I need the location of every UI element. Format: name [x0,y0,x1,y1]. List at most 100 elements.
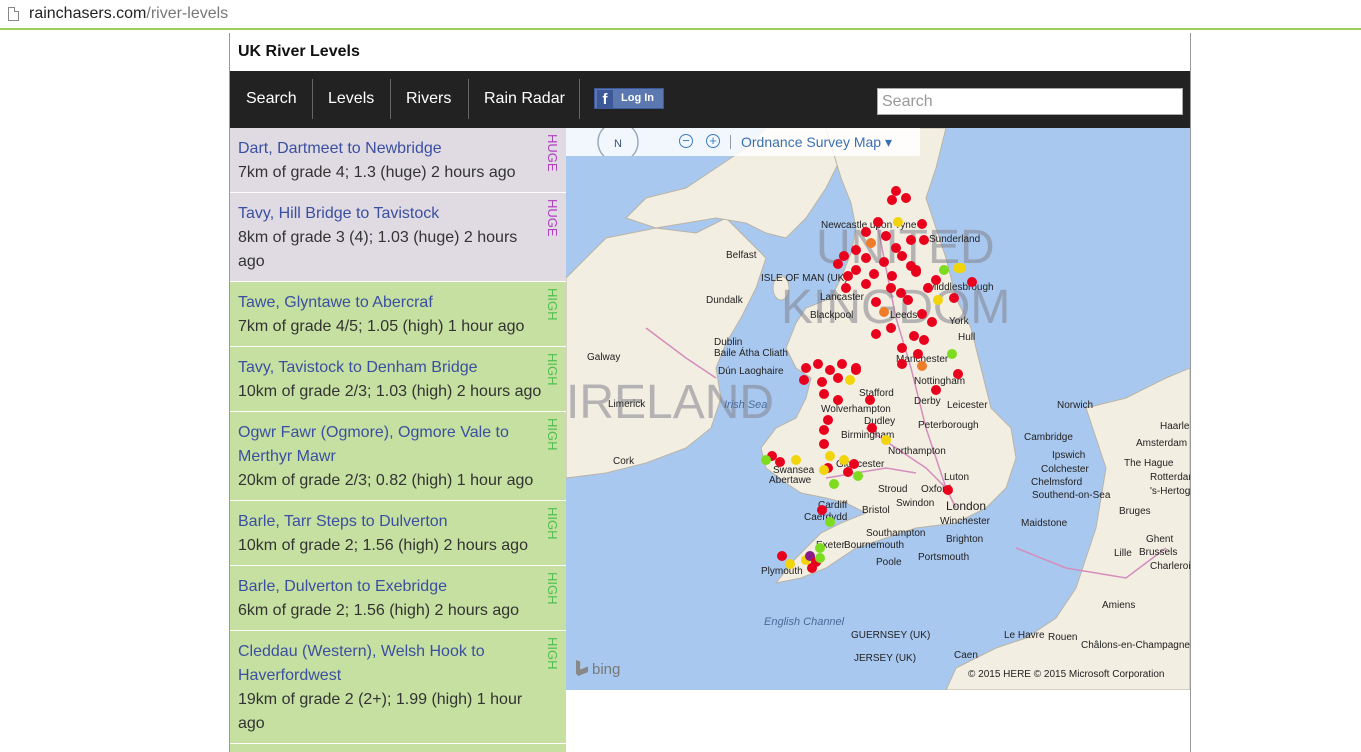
river-name-link[interactable]: Tawe, Glyntawe to Abercraf [238,291,538,315]
river-marker[interactable] [819,465,829,475]
river-marker[interactable] [967,277,977,287]
river-name-link[interactable]: Tavy, Hill Bridge to Tavistock [238,202,538,226]
river-marker[interactable] [801,363,811,373]
river-marker[interactable] [819,389,829,399]
river-marker[interactable] [891,186,901,196]
river-marker[interactable] [825,517,835,527]
river-marker[interactable] [791,455,801,465]
river-marker[interactable] [829,479,839,489]
river-name-link[interactable]: Cleddau (Western), Welsh Hook to Haverfo… [238,640,528,688]
river-marker[interactable] [887,195,897,205]
river-marker[interactable] [815,553,825,563]
river-marker[interactable] [851,365,861,375]
river-marker[interactable] [869,269,879,279]
river-marker[interactable] [851,245,861,255]
river-marker[interactable] [906,235,916,245]
river-marker[interactable] [933,295,943,305]
river-marker[interactable] [947,349,957,359]
river-marker[interactable] [949,293,959,303]
river-marker[interactable] [919,235,929,245]
river-name-link[interactable]: Barle, Tarr Steps to Dulverton [238,510,538,534]
river-item[interactable]: Cleddau (Western), Welsh Hook to Haverfo… [230,631,566,744]
river-marker[interactable] [903,295,913,305]
river-marker[interactable] [881,435,891,445]
river-marker[interactable] [839,251,849,261]
river-marker[interactable] [886,283,896,293]
river-marker[interactable] [909,331,919,341]
river-item[interactable]: Barle, Tarr Steps to Dulverton 10km of g… [230,501,566,566]
river-map[interactable]: UNITED KINGDOM IRELAND Irish Sea English… [566,128,1190,690]
river-marker[interactable] [775,457,785,467]
river-marker[interactable] [917,309,927,319]
zoom-out-icon[interactable]: − [679,134,693,148]
river-marker[interactable] [833,259,843,269]
river-marker[interactable] [891,243,901,253]
river-marker[interactable] [953,369,963,379]
river-item[interactable]: Barle, Dulverton to Exebridge 6km of gra… [230,566,566,631]
river-marker[interactable] [927,317,937,327]
river-marker[interactable] [919,335,929,345]
compass-icon[interactable]: N [596,128,640,156]
river-item[interactable]: Tawe, Glyntawe to Abercraf 7km of grade … [230,282,566,347]
river-marker[interactable] [819,439,829,449]
river-marker[interactable] [843,271,853,281]
river-marker[interactable] [897,359,907,369]
zoom-in-icon[interactable]: + [706,134,720,148]
river-marker[interactable] [761,455,771,465]
river-marker[interactable] [943,485,953,495]
river-marker[interactable] [843,467,853,477]
river-marker[interactable] [865,395,875,405]
river-marker[interactable] [833,373,843,383]
river-marker[interactable] [866,238,876,248]
river-marker[interactable] [911,265,921,275]
river-marker[interactable] [893,217,903,227]
river-marker[interactable] [931,275,941,285]
river-name-link[interactable]: Tavy, Tavistock to Denham Bridge [238,356,538,380]
river-marker[interactable] [956,263,966,273]
nav-levels[interactable]: Levels [328,71,374,128]
river-item[interactable] [230,744,566,752]
river-marker[interactable] [825,451,835,461]
river-marker[interactable] [837,359,847,369]
river-item[interactable]: Dart, Dartmeet to Newbridge 7km of grade… [230,128,566,193]
river-marker[interactable] [833,395,843,405]
river-marker[interactable] [845,375,855,385]
river-marker[interactable] [815,543,825,553]
browser-address-bar[interactable]: rainchasers.com/river-levels [0,0,1361,30]
river-item[interactable]: Tavy, Hill Bridge to Tavistock 8km of gr… [230,193,566,282]
river-marker[interactable] [785,559,795,569]
river-marker[interactable] [887,271,897,281]
map-canvas[interactable]: UNITED KINGDOM IRELAND Irish Sea English… [566,128,1190,690]
river-marker[interactable] [923,283,933,293]
river-marker[interactable] [871,329,881,339]
search-input[interactable] [877,88,1183,115]
river-name-link[interactable]: Barle, Dulverton to Exebridge [238,575,538,599]
river-item[interactable]: Tavy, Tavistock to Denham Bridge 10km of… [230,347,566,412]
river-marker[interactable] [817,377,827,387]
map-type-dropdown[interactable]: Ordnance Survey Map ▾ [741,134,892,151]
river-marker[interactable] [777,551,787,561]
river-marker[interactable] [817,505,827,515]
nav-rain-radar[interactable]: Rain Radar [484,71,565,128]
river-marker[interactable] [881,231,891,241]
river-marker[interactable] [825,365,835,375]
url-text[interactable]: rainchasers.com/river-levels [29,5,228,23]
river-marker[interactable] [879,257,889,267]
river-marker[interactable] [861,253,871,263]
river-marker[interactable] [886,323,896,333]
river-marker[interactable] [897,343,907,353]
river-marker[interactable] [851,265,861,275]
river-marker[interactable] [861,227,871,237]
river-marker[interactable] [819,425,829,435]
river-marker[interactable] [873,217,883,227]
river-marker[interactable] [901,193,911,203]
river-item[interactable]: Ogwr Fawr (Ogmore), Ogmore Vale to Merth… [230,412,566,501]
river-marker[interactable] [799,375,809,385]
river-marker[interactable] [849,459,859,469]
river-marker[interactable] [853,471,863,481]
river-marker[interactable] [839,455,849,465]
nav-search[interactable]: Search [246,71,297,128]
river-marker[interactable] [807,563,817,573]
river-marker[interactable] [939,265,949,275]
river-marker[interactable] [897,251,907,261]
